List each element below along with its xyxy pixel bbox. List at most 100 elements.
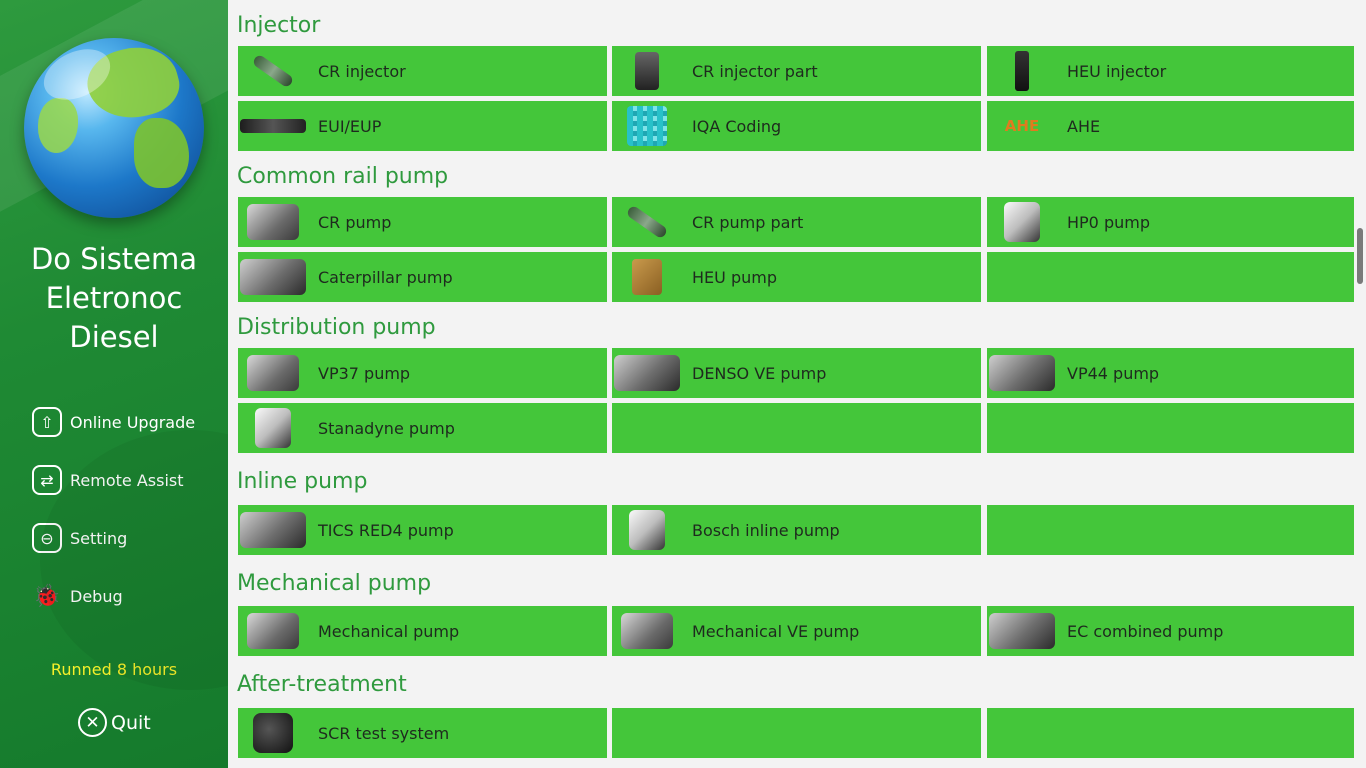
quit-button[interactable]: ✕ Quit — [78, 708, 151, 737]
tile-heu-pump[interactable]: HEU pump — [612, 252, 981, 302]
main-content: Injector CR injector CR injector part HE… — [228, 0, 1356, 768]
cr-pump-icon — [247, 204, 299, 240]
tile-ahe[interactable]: AHE AHE — [987, 101, 1356, 151]
sidebar-menu: ⇧ Online Upgrade ⇄ Remote Assist ⊖ Setti… — [32, 404, 195, 636]
tile-vp44-pump[interactable]: VP44 pump — [987, 348, 1356, 398]
pump-part-icon — [625, 204, 669, 240]
section-title-common-rail-pump: Common rail pump — [237, 164, 449, 189]
tile-denso-ve-pump[interactable]: DENSO VE pump — [612, 348, 981, 398]
tile-label: CR pump part — [692, 212, 804, 232]
bosch-inline-pump-icon — [629, 510, 665, 550]
tile-empty[interactable] — [987, 252, 1356, 302]
section-title-mechanical-pump: Mechanical pump — [237, 571, 432, 596]
app-title: Do Sistema Eletronoc Diesel — [0, 240, 228, 357]
tile-label: TICS RED4 pump — [318, 520, 454, 540]
ec-combined-pump-icon — [989, 613, 1055, 649]
section-title-distribution-pump: Distribution pump — [237, 315, 436, 340]
section-title-injector: Injector — [237, 13, 321, 38]
online-upgrade-button[interactable]: ⇧ Online Upgrade — [32, 404, 195, 440]
toggle-icon: ⊖ — [32, 523, 62, 553]
tile-mechanical-pump[interactable]: Mechanical pump — [238, 606, 607, 656]
tile-label: CR injector — [318, 61, 406, 81]
online-upgrade-label: Online Upgrade — [70, 412, 196, 432]
mechanical-ve-pump-icon — [621, 613, 673, 649]
tile-cr-pump[interactable]: CR pump — [238, 197, 607, 247]
upload-icon: ⇧ — [32, 407, 62, 437]
tics-red4-pump-icon — [240, 512, 306, 548]
quit-label: Quit — [111, 711, 151, 734]
setting-button[interactable]: ⊖ Setting — [32, 520, 195, 556]
scrollbar-thumb[interactable] — [1357, 228, 1363, 284]
ahe-logo-icon: AHE — [1004, 117, 1040, 135]
globe-logo — [24, 38, 204, 218]
tile-vp37-pump[interactable]: VP37 pump — [238, 348, 607, 398]
tile-scr-test-system[interactable]: SCR test system — [238, 708, 607, 758]
swap-icon: ⇄ — [32, 465, 62, 495]
debug-button[interactable]: 🐞 Debug — [32, 578, 195, 614]
tile-empty[interactable] — [987, 403, 1356, 453]
section-title-after-treatment: After-treatment — [237, 672, 407, 697]
tile-label: DENSO VE pump — [692, 363, 827, 383]
caterpillar-pump-icon — [240, 259, 306, 295]
tile-label: CR pump — [318, 212, 392, 232]
tile-empty[interactable] — [987, 505, 1356, 555]
tile-heu-injector[interactable]: HEU injector — [987, 46, 1356, 96]
vp37-pump-icon — [247, 355, 299, 391]
section-title-inline-pump: Inline pump — [237, 469, 368, 494]
setting-label: Setting — [70, 528, 128, 548]
tile-cr-injector[interactable]: CR injector — [238, 46, 607, 96]
vertical-scrollbar[interactable] — [1354, 0, 1366, 768]
runtime-status: Runned 8 hours — [50, 660, 178, 679]
tile-empty[interactable] — [987, 708, 1356, 758]
tile-caterpillar-pump[interactable]: Caterpillar pump — [238, 252, 607, 302]
tile-label: HP0 pump — [1067, 212, 1150, 232]
tile-empty[interactable] — [612, 708, 981, 758]
tile-label: HEU injector — [1067, 61, 1167, 81]
tile-eui-eup[interactable]: EUI/EUP — [238, 101, 607, 151]
app-title-line3: Diesel — [69, 320, 159, 354]
bug-icon: 🐞 — [33, 583, 61, 609]
remote-assist-button[interactable]: ⇄ Remote Assist — [32, 462, 195, 498]
scr-system-icon — [253, 713, 293, 753]
qr-code-icon — [627, 106, 667, 146]
heu-injector-icon — [1015, 51, 1029, 91]
sidebar: Do Sistema Eletronoc Diesel ⇧ Online Upg… — [0, 0, 228, 768]
tile-label: AHE — [1067, 116, 1101, 136]
tile-hp0-pump[interactable]: HP0 pump — [987, 197, 1356, 247]
tile-label: Bosch inline pump — [692, 520, 840, 540]
tile-stanadyne-pump[interactable]: Stanadyne pump — [238, 403, 607, 453]
app-title-line2: Eletronoc — [45, 281, 183, 315]
close-icon: ✕ — [78, 708, 107, 737]
tile-label: Mechanical VE pump — [692, 621, 860, 641]
hp0-pump-icon — [1004, 202, 1040, 242]
tile-label: SCR test system — [318, 723, 450, 743]
tile-label: HEU pump — [692, 267, 777, 287]
tile-label: Stanadyne pump — [318, 418, 455, 438]
app-title-line1: Do Sistema — [30, 242, 198, 276]
tile-cr-injector-part[interactable]: CR injector part — [612, 46, 981, 96]
tile-label: Caterpillar pump — [318, 267, 453, 287]
tile-label: EUI/EUP — [318, 116, 382, 136]
eui-injector-icon — [240, 119, 306, 133]
injector-part-icon — [635, 52, 659, 90]
tile-cr-pump-part[interactable]: CR pump part — [612, 197, 981, 247]
mechanical-pump-icon — [247, 613, 299, 649]
tile-label: IQA Coding — [692, 116, 782, 136]
tile-empty[interactable] — [612, 403, 981, 453]
debug-label: Debug — [70, 586, 123, 606]
cr-injector-icon — [251, 53, 295, 89]
tile-tics-red4-pump[interactable]: TICS RED4 pump — [238, 505, 607, 555]
vp44-pump-icon — [989, 355, 1055, 391]
tile-iqa-coding[interactable]: IQA Coding — [612, 101, 981, 151]
tile-label: Mechanical pump — [318, 621, 460, 641]
denso-ve-pump-icon — [614, 355, 680, 391]
tile-bosch-inline-pump[interactable]: Bosch inline pump — [612, 505, 981, 555]
tile-label: CR injector part — [692, 61, 818, 81]
tile-ec-combined-pump[interactable]: EC combined pump — [987, 606, 1356, 656]
tile-label: EC combined pump — [1067, 621, 1224, 641]
heu-pump-icon — [632, 259, 662, 295]
stanadyne-pump-icon — [255, 408, 291, 448]
tile-label: VP44 pump — [1067, 363, 1160, 383]
tile-label: VP37 pump — [318, 363, 411, 383]
tile-mechanical-ve-pump[interactable]: Mechanical VE pump — [612, 606, 981, 656]
